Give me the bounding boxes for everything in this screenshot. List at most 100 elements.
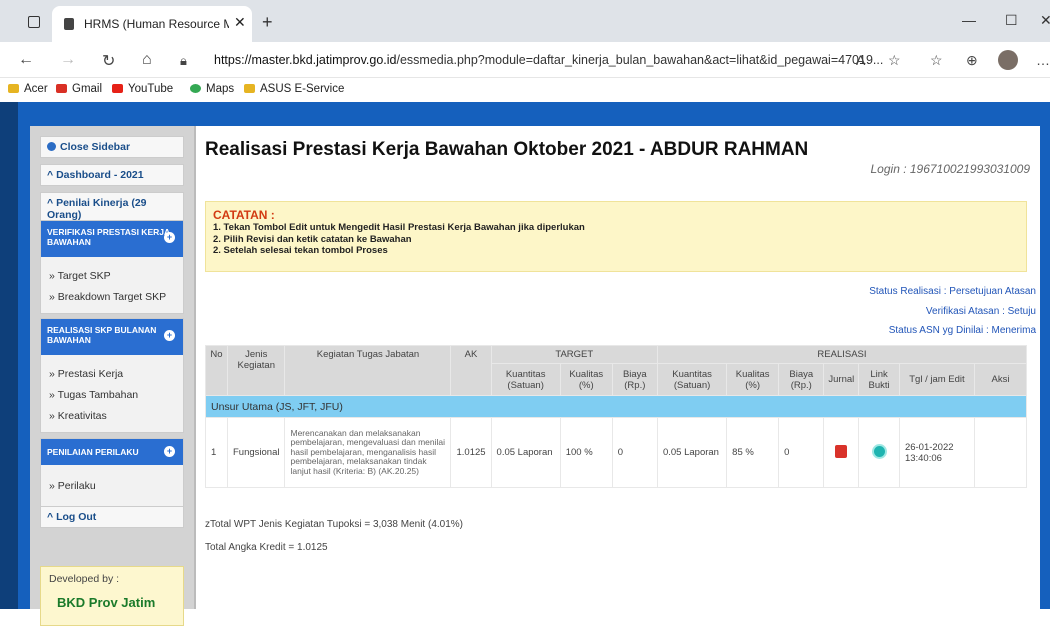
table-header-row: No Jenis Kegiatan Kegiatan Tugas Jabatan… [205,345,1028,396]
url-field[interactable]: https://master.bkd.jatimprov.go.id/essme… [214,53,883,67]
folder-icon [244,84,255,93]
sidebar-item-breakdown[interactable]: » Breakdown Target SKP [41,286,183,307]
back-icon[interactable]: ← [18,51,34,69]
col-no: No [205,345,228,396]
maps-icon [190,84,201,93]
address-bar: ← → ↻ ⌂ 🔒︎ https://master.bkd.jatimprov.… [0,42,1050,78]
perilaku-box: PENILAIAN PERILAKU + » Perilaku [40,438,184,507]
sidebar-item-target-skp[interactable]: » Target SKP [41,265,183,286]
bookmark-asus[interactable]: ASUS E-Service [244,83,344,95]
unsur-label: Unsur Utama (JS, JFT, JFU) [205,395,1027,418]
home-icon[interactable]: ⌂ [142,51,152,69]
total-wpt: zTotal WPT Jenis Kegiatan Tupoksi = 3,03… [205,519,464,530]
profile-avatar[interactable] [998,50,1018,70]
cell-real-kuantitas: 0.05 Laporan [656,417,728,488]
col-real-kualitas: Kualitas (%) [726,363,780,396]
new-tab-icon[interactable]: + [262,12,273,33]
table-row: 1 Fungsional Merencanakan dan melaksanak… [205,417,1027,488]
link-icon[interactable] [871,443,887,459]
col-target-kuantitas: Kuantitas (Satuan) [490,363,561,396]
site-favicon-icon [64,18,74,30]
verifikasi-atasan: Verifikasi Atasan : Setuju [925,306,1036,317]
bookmarks-bar: Acer Gmail YouTube Maps ASUS E-Service [0,78,1050,102]
cell-link-bukti [858,417,900,488]
col-real-biaya: Biaya (Rp.) [778,363,825,396]
cell-kegiatan: Merencanakan dan melaksanakan pembelajar… [284,417,452,488]
col-ak: AK [450,345,492,396]
youtube-icon [112,84,123,93]
chevron-up-icon: ^ [47,169,57,181]
cell-jenis: Fungsional [226,417,286,488]
expand-icon[interactable]: + [164,232,175,243]
catatan-line: 2. Pilih Revisi dan ketik catatan ke Baw… [213,233,412,245]
cell-aksi [974,417,1027,488]
lock-icon[interactable]: 🔒︎ [180,53,187,69]
read-aloud-icon[interactable]: A [856,52,865,68]
close-window-icon[interactable]: ✕ [1040,12,1050,29]
close-tab-icon[interactable]: ✕ [234,14,246,31]
dashboard-link[interactable]: ^ Dashboard - 2021 [40,164,184,186]
sidebar-item-perilaku[interactable]: » Perilaku [41,475,183,496]
collections-icon[interactable]: ⊕ [966,52,978,69]
expand-icon[interactable]: + [164,446,175,457]
tab-actions-icon[interactable] [28,16,40,28]
cell-jurnal [823,417,860,488]
col-aksi: Aksi [974,363,1027,396]
cell-ak: 1.0125 [450,417,492,488]
bookmark-youtube[interactable]: YouTube [112,83,173,95]
forward-icon[interactable]: → [60,51,76,69]
col-link-bukti: Link Bukti [858,363,900,396]
developer-label: Developed by : [49,573,120,585]
more-menu-icon[interactable]: … [1036,52,1050,68]
col-realisasi: REALISASI [656,345,1028,364]
verifikasi-box: VERIFIKASI PRESTASI KERJA BAWAHAN + » Tar… [40,220,184,314]
pdf-icon[interactable] [835,444,848,458]
kinerja-table: No Jenis Kegiatan Kegiatan Tugas Jabatan… [205,345,1028,488]
col-target-biaya: Biaya (Rp.) [611,363,658,396]
bookmark-maps[interactable]: Maps [190,83,234,95]
catatan-box: CATATAN : 1. Tekan Tombol Edit untuk Men… [205,201,1027,272]
total-angka-kredit: Total Angka Kredit = 1.0125 [205,542,328,553]
expand-icon[interactable]: + [164,330,175,341]
sidebar-item-prestasi-kerja[interactable]: » Prestasi Kerja [41,363,183,384]
col-jenis: Jenis Kegiatan [226,345,286,396]
minimize-icon[interactable]: — [962,12,976,28]
page-title: Realisasi Prestasi Kerja Bawahan Oktober… [205,139,809,160]
favorites-add-icon[interactable]: ☆ [888,52,901,69]
cell-no: 1 [205,417,228,488]
col-tgl: Tgl / jam Edit [898,363,976,396]
cell-target-kuantitas: 0.05 Laporan [490,417,561,488]
folder-icon [8,84,19,93]
chevron-up-icon: ^ [47,197,57,209]
favorites-icon[interactable]: ☆ [930,52,943,69]
realisasi-header[interactable]: REALISASI SKP BULANAN BAWAHAN + [41,319,183,355]
verifikasi-header[interactable]: VERIFIKASI PRESTASI KERJA BAWAHAN + [41,221,183,257]
sidebar-item-kreativitas[interactable]: » Kreativitas [41,405,183,426]
sidebar-item-tugas-tambahan[interactable]: » Tugas Tambahan [41,384,183,405]
catatan-line: 2. Setelah selesai tekan tombol Proses [213,245,388,256]
status-realisasi: Status Realisasi : Persetujuan Atasan [869,286,1036,297]
cell-tgl: 26-01-2022 13:40:06 [898,417,976,488]
col-target-kualitas: Kualitas (%) [559,363,613,396]
unsur-row: Unsur Utama (JS, JFT, JFU) [205,395,1027,418]
cell-target-biaya: 0 [611,417,658,488]
cell-real-kualitas: 85 % [726,417,780,488]
login-info: Login : 196710021993031009 [870,162,1031,176]
logout-link[interactable]: ^ Log Out [40,506,184,528]
close-sidebar-button[interactable]: Close Sidebar [40,136,184,158]
col-jurnal: Jurnal [823,363,860,396]
maximize-icon[interactable]: ☐ [1005,12,1018,29]
gmail-icon [56,84,67,93]
browser-tab[interactable]: HRMS (Human Resource Manag ✕ [52,6,252,42]
developer-name: BKD Prov Jatim [57,595,156,610]
catatan-heading: CATATAN : [213,208,275,222]
bookmark-acer[interactable]: Acer [8,83,48,95]
perilaku-header[interactable]: PENILAIAN PERILAKU + [41,439,183,465]
tab-title: HRMS (Human Resource Manag [84,17,229,31]
developer-credit: Developed by : BKD Prov Jatim [40,566,184,626]
bookmark-gmail[interactable]: Gmail [56,83,102,95]
cell-target-kualitas: 100 % [559,417,613,488]
page-left-strip [0,102,18,609]
refresh-icon[interactable]: ↻ [102,51,115,71]
cell-real-biaya: 0 [778,417,825,488]
